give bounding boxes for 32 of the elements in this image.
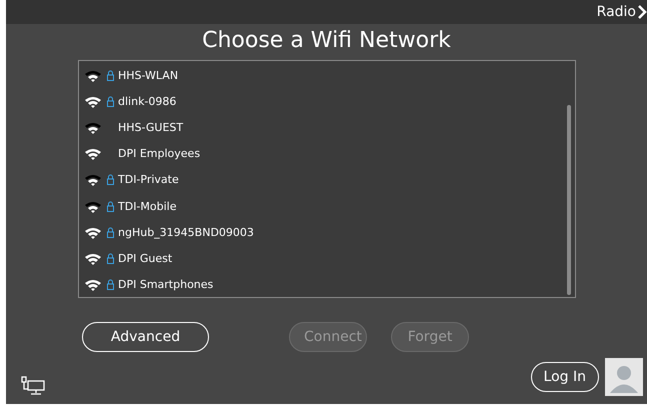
- network-name: DPI Employees: [118, 147, 200, 160]
- chevron-icon: [638, 5, 647, 19]
- radio-link[interactable]: Radio: [596, 4, 647, 20]
- lock-icon: [106, 96, 114, 107]
- action-button[interactable]: Advanced: [82, 322, 209, 352]
- network-item[interactable]: DPI Employees: [79, 140, 567, 167]
- network-computer-icon: [20, 376, 46, 396]
- lock-icon: [106, 200, 114, 212]
- network-item[interactable]: ngHub_31945BND09003: [79, 219, 567, 246]
- network-item[interactable]: HHS-WLAN: [79, 62, 567, 88]
- lock-icon: [106, 174, 114, 186]
- network-item[interactable]: DPI Smartphones: [79, 272, 567, 298]
- network-item[interactable]: TDI-Private: [79, 166, 567, 193]
- network-item[interactable]: HHS-GUEST: [79, 114, 567, 141]
- network-name: HHS-GUEST: [118, 120, 184, 134]
- network-item[interactable]: dlink-0986: [79, 88, 567, 114]
- page-title: Choose a Wifi Network: [201, 27, 452, 55]
- lock-icon: [106, 226, 114, 238]
- lock-icon: [106, 279, 114, 290]
- network-item[interactable]: DPI Guest: [79, 245, 567, 272]
- network-name: DPI Smartphones: [118, 278, 214, 292]
- avatar-icon[interactable]: [605, 358, 643, 396]
- network-item[interactable]: TDI-Mobile: [79, 192, 567, 220]
- network-name: HHS-WLAN: [118, 68, 178, 82]
- lock-icon: [106, 252, 114, 264]
- network-name: dlink-0986: [118, 94, 176, 108]
- login-button[interactable]: Log In: [530, 362, 599, 392]
- network-name: DPI Guest: [118, 252, 172, 265]
- network-name: TDI-Private: [118, 173, 179, 186]
- lock-icon: [106, 70, 114, 81]
- network-name: TDI-Mobile: [118, 200, 176, 213]
- network-name: ngHub_31945BND09003: [118, 226, 254, 239]
